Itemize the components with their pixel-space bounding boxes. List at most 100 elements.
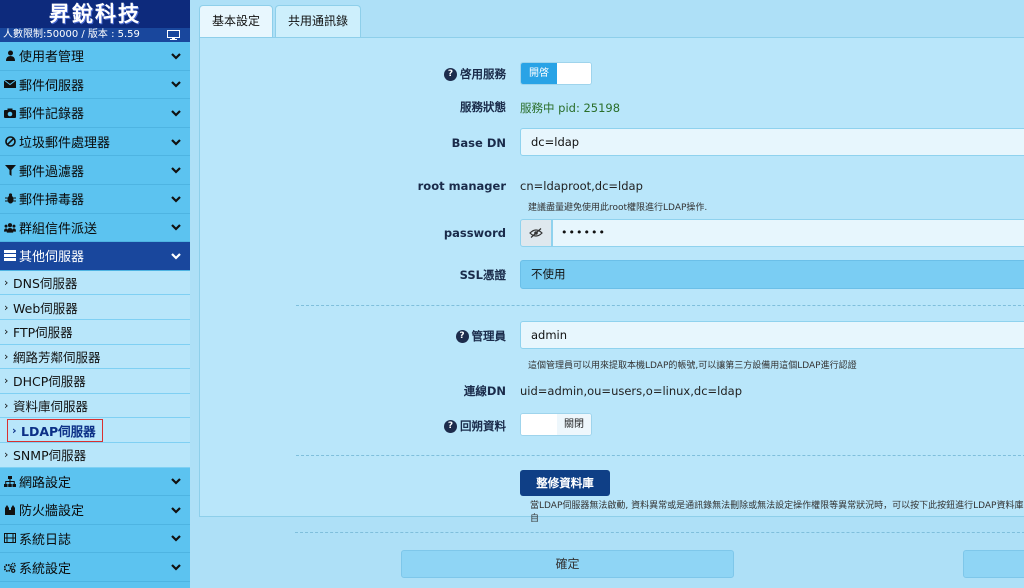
backtrack-text: 回朔資料 [460, 419, 506, 433]
chevron-down-icon [171, 110, 181, 117]
server-icon [4, 250, 16, 262]
chevron-down-icon [171, 167, 181, 174]
divider [296, 455, 1024, 456]
submenu-snmp[interactable]: › SNMP伺服器 [0, 442, 190, 468]
menu-virus-scanner[interactable]: 郵件掃毒器 [0, 185, 190, 214]
chevron-down-icon [171, 53, 181, 60]
question-icon[interactable]: ? [455, 329, 469, 343]
menu-label: 郵件掃毒器 [19, 193, 85, 209]
menu-other-servers[interactable]: 其他伺服器 [0, 242, 190, 271]
tab-shared-addressbook[interactable]: 共用通訊錄 [275, 5, 362, 37]
cogs-icon [4, 561, 16, 573]
chevron-right-icon: › [4, 448, 9, 462]
divider [295, 532, 1024, 533]
sidebar: 昇銳科技 人數限制:50000 / 版本 : 5.59 使用者管理 郵件伺服器 … [0, 0, 190, 588]
submenu-ftp[interactable]: › FTP伺服器 [0, 319, 190, 345]
base-dn-input[interactable]: dc=ldap [520, 128, 1024, 156]
backtrack-label: ? 回朔資料 [200, 418, 506, 434]
envelope-icon [4, 78, 16, 90]
tab-basic-settings[interactable]: 基本設定 [199, 5, 274, 37]
menu-label: 網路設定 [19, 475, 72, 491]
chevron-down-icon [171, 81, 181, 88]
submenu-label: SNMP伺服器 [13, 448, 87, 464]
menu-label: 防火牆設定 [19, 504, 85, 520]
submenu-label: FTP伺服器 [13, 325, 73, 341]
tab-bar: 基本設定 共用通訊錄 [199, 5, 363, 37]
eye-slash-icon [529, 228, 543, 238]
chevron-down-icon [171, 195, 181, 203]
menu-label: 郵件記錄器 [19, 107, 85, 123]
backtrack-toggle[interactable]: 關閉 [520, 413, 592, 436]
menu-user-management[interactable]: 使用者管理 [0, 42, 190, 71]
service-status-value: 服務中 pid: 25198 [520, 101, 621, 115]
toggle-knob [521, 414, 557, 435]
chevron-down-icon [171, 253, 181, 260]
menu-label: 使用者管理 [19, 50, 85, 66]
secondary-button[interactable] [963, 550, 1024, 578]
question-icon[interactable]: ? [444, 67, 457, 81]
show-password-button[interactable] [520, 219, 552, 247]
repair-database-button[interactable]: 整修資料庫 [520, 470, 610, 496]
confirm-button[interactable]: 確定 [401, 550, 734, 578]
ban-icon [4, 136, 16, 148]
camera-icon [4, 107, 16, 119]
monitor-icon[interactable] [167, 30, 180, 40]
admin-input[interactable]: admin [520, 321, 1024, 349]
submenu-ldap[interactable]: › LDAP伺服器 [0, 418, 190, 443]
ssl-cert-label: SSL憑證 [459, 268, 506, 282]
admin-hint: 這個管理員可以用來提取本機LDAP的帳號,可以讓第三方設備用這個LDAP進行認證 [528, 361, 857, 371]
chevron-right-icon: › [4, 374, 9, 388]
enable-service-toggle[interactable]: 開啓 [520, 62, 592, 85]
menu-spam-handler[interactable]: 垃圾郵件處理器 [0, 128, 190, 157]
selected-highlight: › LDAP伺服器 [7, 418, 103, 442]
menu-system-log[interactable]: 系統日誌 [0, 525, 190, 554]
ssl-cert-select[interactable]: 不使用 [520, 260, 1024, 289]
menu-firewall[interactable]: 防火牆設定 [0, 496, 190, 525]
chevron-down-icon [171, 138, 181, 146]
submenu-dns[interactable]: › DNS伺服器 [0, 270, 190, 296]
base-dn-label: Base DN [451, 136, 506, 150]
password-input[interactable]: •••••• [552, 219, 1024, 247]
menu-label: 垃圾郵件處理器 [19, 136, 111, 152]
divider [296, 305, 1024, 306]
submenu-web[interactable]: › Web伺服器 [0, 295, 190, 320]
submenu-label: LDAP伺服器 [21, 423, 96, 439]
connection-dn-label: 連線DN [463, 384, 506, 398]
license-text: 人數限制:50000 / 版本 : 5.59 [3, 29, 140, 40]
question-icon[interactable]: ? [444, 419, 457, 433]
chevron-right-icon: › [4, 325, 9, 339]
submenu-label: 資料庫伺服器 [13, 399, 89, 415]
menu-mail-server[interactable]: 郵件伺服器 [0, 71, 190, 100]
user-icon [4, 50, 16, 62]
film-icon [4, 532, 16, 544]
chevron-down-icon [171, 507, 181, 514]
menu-network[interactable]: 網路設定 [0, 468, 190, 497]
enable-service-text: 啓用服務 [460, 67, 506, 81]
submenu-samba[interactable]: › 網路芳鄰伺服器 [0, 344, 190, 370]
service-status-label: 服務狀態 [460, 100, 506, 114]
root-manager-label: root manager [417, 179, 506, 193]
menu-label: 其他伺服器 [19, 250, 85, 266]
menu-mail-recorder[interactable]: 郵件記錄器 [0, 99, 190, 128]
submenu-label: DHCP伺服器 [13, 374, 86, 390]
menu-mail-filter[interactable]: 郵件過濾器 [0, 156, 190, 185]
menu-group-mail[interactable]: 群組信件派送 [0, 214, 190, 243]
menu-label: 群組信件派送 [19, 221, 98, 237]
chevron-down-icon [171, 478, 181, 485]
submenu-database[interactable]: › 資料庫伺服器 [0, 393, 190, 419]
repair-hint: 當LDAP伺服器無法啟動, 資料異常或是通訊錄無法刪除或無法設定操作權限等異常狀… [530, 501, 1024, 524]
admin-text: 管理員 [471, 329, 507, 343]
submenu-label: DNS伺服器 [13, 276, 78, 292]
menu-label: 郵件過濾器 [19, 164, 85, 180]
root-manager-value: cn=ldaproot,dc=ldap [520, 179, 643, 193]
admin-label: ? 管理員 [200, 328, 506, 344]
chevron-down-icon [171, 224, 181, 231]
network-icon [4, 475, 16, 487]
menu-system-settings[interactable]: 系統設定 [0, 553, 190, 582]
settings-panel: ? 啓用服務 開啓 服務狀態 服務中 pid: 25198 Base DN dc=… [199, 37, 1024, 524]
menu-label: 系統日誌 [19, 532, 72, 548]
submenu-dhcp[interactable]: › DHCP伺服器 [0, 369, 190, 394]
chevron-right-icon: › [4, 300, 9, 314]
chevron-right-icon: › [4, 276, 9, 290]
license-info: 人數限制:50000 / 版本 : 5.59 [0, 28, 190, 42]
